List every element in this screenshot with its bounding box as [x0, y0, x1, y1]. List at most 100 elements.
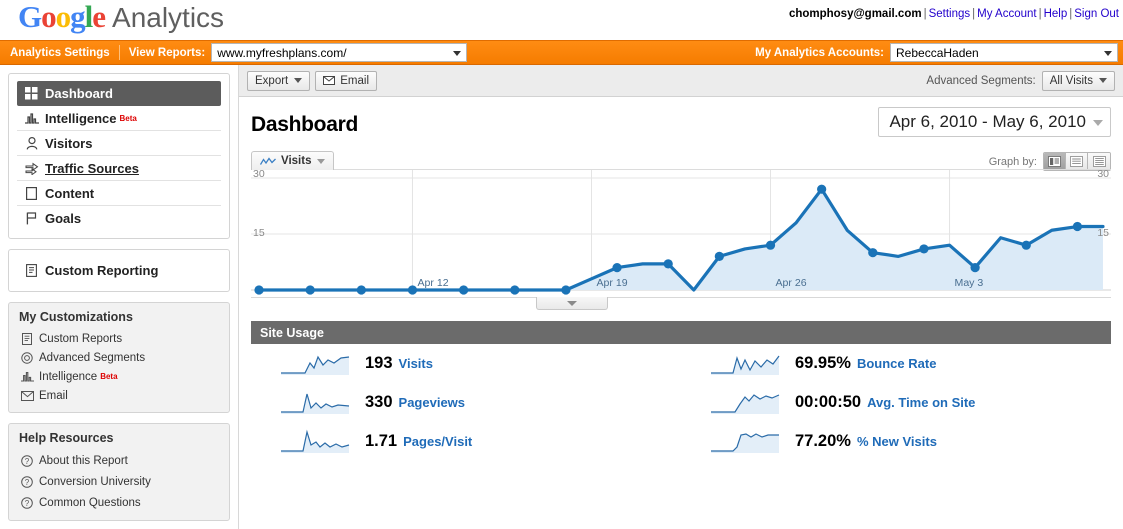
report-toolbar: Export Email Advanced Segments: All Visi…: [239, 65, 1123, 97]
envelope-icon: [323, 76, 336, 85]
accounts-group: My Analytics Accounts: RebeccaHaden: [755, 43, 1118, 62]
person-icon: [23, 136, 40, 150]
sidebar-item-dashboard[interactable]: Dashboard: [17, 81, 221, 106]
sidebar-item-conversion-university[interactable]: ? Conversion University: [17, 471, 221, 492]
page-header: Google Analytics chomphosy@gmail.com | Sett…: [0, 0, 1123, 40]
sidebar-item-intelligence-sub[interactable]: Intelligence Beta: [17, 367, 221, 386]
chevron-down-icon: [294, 78, 303, 83]
account-email: chomphosy@gmail.com: [788, 8, 922, 20]
export-button[interactable]: Export: [247, 70, 311, 91]
sparkline-icon: [281, 355, 350, 375]
site-usage-metric: 330 Pageviews: [251, 383, 681, 422]
grid-icon: [23, 87, 40, 100]
sidebar-item-label: Email: [39, 389, 68, 402]
sidebar-item-about-this-report[interactable]: ? About this Report: [17, 450, 221, 471]
sidebar-item-label: Advanced Segments: [39, 351, 146, 364]
sidebar-item-traffic-sources[interactable]: Traffic Sources: [17, 156, 221, 181]
page-head: Dashboard Apr 6, 2010 - May 6, 2010: [239, 97, 1123, 137]
sidebar-item-label: Conversion University: [39, 475, 151, 488]
sidebar-item-label: Dashboard: [45, 86, 113, 101]
my-account-link[interactable]: My Account: [977, 8, 1036, 20]
panel-title: My Customizations: [19, 310, 133, 324]
sign-out-link[interactable]: Sign Out: [1074, 8, 1119, 20]
site-usage-label[interactable]: Bounce Rate: [857, 356, 936, 371]
settings-link[interactable]: Settings: [929, 8, 971, 20]
sidebar-item-intelligence[interactable]: Intelligence Beta: [17, 106, 221, 131]
bars-icon: [19, 371, 35, 382]
chart-expander-handle[interactable]: [536, 297, 608, 310]
site-usage-metric: 1.71 Pages/Visit: [251, 422, 681, 461]
chart-baseline: [251, 297, 1111, 298]
beta-badge: Beta: [119, 113, 137, 123]
advanced-segments-label: Advanced Segments:: [926, 74, 1036, 87]
report-icon: [19, 332, 35, 345]
sidebar-item-label: Intelligence: [39, 370, 98, 383]
metric-tab-label: Visits: [281, 155, 312, 167]
date-range-picker[interactable]: Apr 6, 2010 - May 6, 2010: [878, 107, 1111, 137]
site-usage-label[interactable]: % New Visits: [857, 434, 937, 449]
sidebar-item-common-questions[interactable]: ? Common Questions: [17, 492, 221, 513]
graph-by-week-button[interactable]: [1066, 153, 1088, 170]
sidebar-item-label: Common Questions: [39, 496, 141, 509]
arrows-icon: [23, 162, 40, 175]
svg-text:May 3: May 3: [955, 277, 984, 289]
svg-text:?: ?: [25, 478, 30, 487]
site-usage-value: 193: [365, 354, 393, 372]
svg-text:Apr 19: Apr 19: [597, 277, 628, 289]
analytics-settings-link[interactable]: Analytics Settings: [10, 47, 110, 59]
graph-by-label: Graph by:: [988, 155, 1037, 168]
toolbar-divider: [118, 45, 120, 60]
site-usage-label[interactable]: Visits: [399, 356, 433, 371]
chevron-down-icon: [1099, 78, 1107, 83]
panel-title: Help Resources: [19, 431, 114, 445]
sidebar-item-custom-reporting[interactable]: Custom Reporting: [17, 258, 221, 283]
site-usage-label[interactable]: Pageviews: [399, 395, 466, 410]
site-usage-header: Site Usage: [251, 321, 1111, 344]
y-axis-label-mid-left: 15: [253, 227, 265, 239]
sparkline-icon: [281, 393, 350, 414]
google-analytics-logo: Google Analytics: [18, 0, 225, 34]
site-usage-label[interactable]: Pages/Visit: [403, 434, 472, 449]
report-icon: [23, 264, 40, 277]
sidebar-item-label: Traffic Sources: [45, 160, 139, 176]
sidebar-item-label: Content: [45, 185, 95, 201]
accounts-label: My Analytics Accounts:: [755, 46, 884, 59]
target-icon: [19, 351, 35, 364]
help-link[interactable]: Help: [1044, 8, 1068, 20]
advanced-segments-value: All Visits: [1049, 74, 1093, 87]
svg-text:Apr 12: Apr 12: [418, 277, 449, 289]
email-button[interactable]: Email: [315, 70, 378, 91]
chevron-down-icon: [1093, 120, 1103, 126]
analytics-accounts-select[interactable]: RebeccaHaden: [890, 43, 1118, 62]
view-reports-value: www.myfreshplans.com/: [217, 45, 347, 60]
analytics-toolbar: Analytics Settings View Reports: www.myf…: [0, 40, 1123, 65]
svg-text:?: ?: [25, 457, 30, 466]
metric-selector-visits[interactable]: Visits: [251, 151, 335, 170]
email-label: Email: [340, 74, 370, 87]
svg-text:?: ?: [25, 499, 30, 508]
sidebar-item-advanced-segments[interactable]: Advanced Segments: [17, 348, 221, 367]
view-reports-select[interactable]: www.myfreshplans.com/: [211, 43, 468, 62]
sidebar-item-email[interactable]: Email: [17, 386, 221, 405]
site-usage-value: 1.71: [365, 432, 398, 450]
sidebar-item-label: Custom Reports: [39, 332, 123, 345]
site-usage-metric: 00:00:50 Avg. Time on Site: [681, 383, 1111, 422]
flag-icon: [23, 212, 40, 225]
sidebar-item-visitors[interactable]: Visitors: [17, 131, 221, 156]
custom-reporting-panel: Custom Reporting: [8, 249, 230, 292]
accounts-value: RebeccaHaden: [896, 45, 979, 60]
sparkline-icon: [281, 429, 350, 453]
chevron-down-icon: [567, 300, 577, 306]
graph-by-day-button[interactable]: [1044, 153, 1066, 170]
beta-badge: Beta: [100, 372, 118, 381]
sidebar-item-label: Intelligence: [45, 110, 117, 126]
advanced-segments-select[interactable]: All Visits: [1041, 70, 1115, 91]
sidebar-item-content[interactable]: Content: [17, 181, 221, 206]
sparkline-icon: [711, 432, 779, 453]
sidebar-item-goals[interactable]: Goals: [17, 206, 221, 231]
main-nav-panel: Dashboard Intelligence Beta Visitors Tra…: [8, 73, 230, 239]
site-usage-label[interactable]: Avg. Time on Site: [867, 395, 975, 410]
sidebar-item-label: Custom Reporting: [45, 263, 159, 278]
chart-footer: [251, 297, 1111, 311]
sidebar-item-custom-reports[interactable]: Custom Reports: [17, 329, 221, 348]
